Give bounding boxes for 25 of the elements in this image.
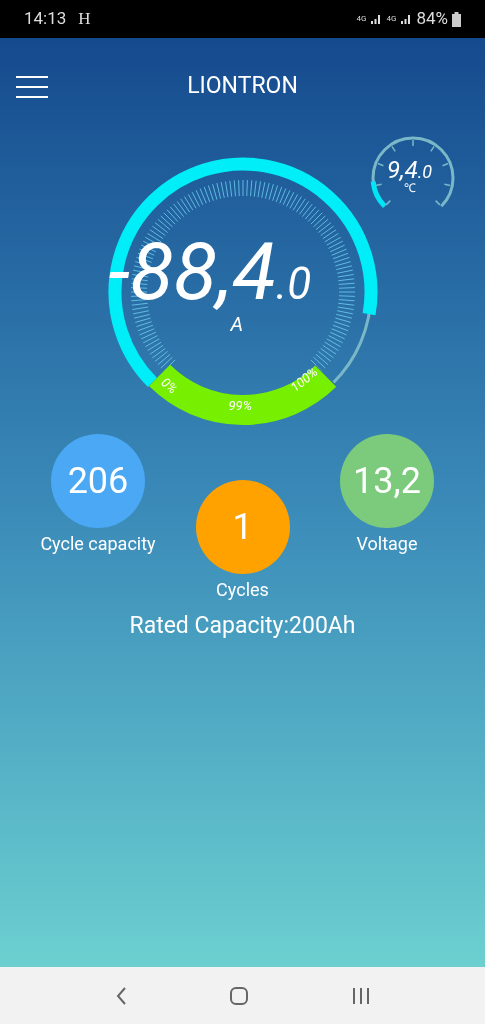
back-icon[interactable] (115, 986, 128, 1005)
carrier: H (78, 8, 91, 31)
signal-icon (370, 13, 383, 25)
current-unit: A (230, 314, 244, 334)
stat-label: Cycle capacity (40, 532, 156, 556)
soc-min-label: 0% (156, 373, 181, 399)
recent-apps-icon[interactable] (351, 986, 370, 1005)
signal-icon (400, 13, 413, 25)
menu-button[interactable] (16, 76, 48, 98)
battery-percent: 84% (416, 7, 448, 31)
network-type: 4G (386, 13, 397, 25)
stat-value: 1 (232, 505, 253, 550)
stat-label: Cycles (216, 578, 269, 602)
clock: 14:13 (24, 7, 67, 31)
network-type: 4G (356, 13, 367, 25)
battery-icon (452, 11, 461, 27)
stat-label: Voltage (356, 532, 418, 556)
temperature-value: 9,4.0 (387, 158, 433, 182)
stat-value: 206 (67, 459, 129, 504)
app-title: LIONTRON (187, 70, 298, 101)
stat-value: 13,2 (353, 459, 421, 504)
soc-reading: 99% (228, 397, 252, 415)
temperature-unit: ℃ (403, 182, 416, 194)
rated-capacity: Rated Capacity:200Ah (128, 611, 357, 641)
home-icon[interactable] (229, 985, 250, 1006)
